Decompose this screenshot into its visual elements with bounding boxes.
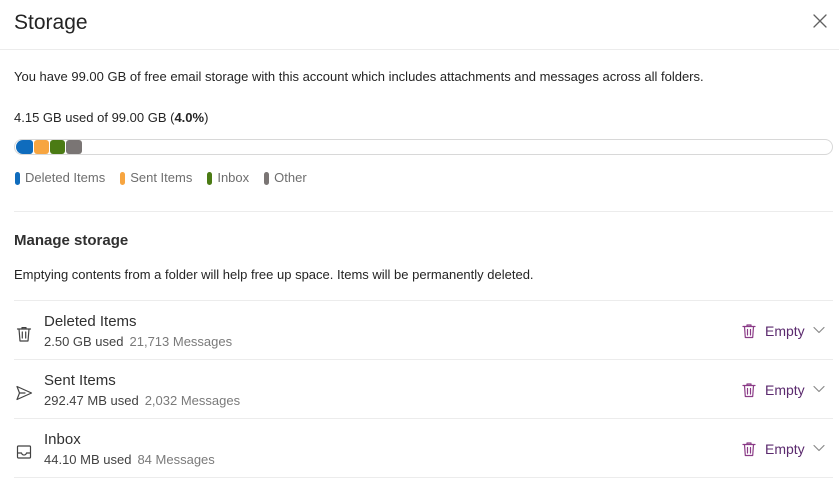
- folder-row-deleted-items: Deleted Items 2.50 GB used 21,713 Message…: [14, 301, 833, 360]
- legend-item-deleted-items: Deleted Items: [14, 170, 105, 186]
- chevron-down-icon[interactable]: [812, 441, 826, 455]
- storage-used-percent: 4.0%: [174, 110, 205, 125]
- dialog-title: Storage: [14, 11, 88, 34]
- close-icon[interactable]: [811, 12, 829, 30]
- usage-segment-sent-items: [34, 140, 49, 154]
- legend-item-inbox: Inbox: [206, 170, 249, 186]
- empty-button-label: Empty: [765, 323, 805, 339]
- manage-storage-description: Emptying contents from a folder will hel…: [14, 267, 534, 282]
- trash-icon: [16, 327, 32, 342]
- storage-description: You have 99.00 GB of free email storage …: [14, 69, 704, 84]
- folder-name: Deleted Items: [44, 313, 137, 330]
- legend-swatch: [15, 171, 20, 185]
- legend-label: Inbox: [217, 170, 250, 185]
- folder-meta: 292.47 MB used 2,032 Messages: [44, 393, 240, 409]
- empty-button-label: Empty: [765, 441, 805, 457]
- folder-name: Sent Items: [44, 372, 116, 389]
- legend-swatch: [264, 171, 270, 185]
- chevron-down-icon[interactable]: [812, 382, 826, 396]
- usage-segment-inbox: [50, 140, 65, 154]
- trash-icon: [742, 324, 756, 339]
- folder-message-count: 2,032 Messages: [144, 393, 241, 408]
- folder-size: 292.47 MB used: [44, 393, 139, 408]
- empty-inbox-button[interactable]: Empty: [741, 439, 805, 459]
- folder-message-count: 21,713 Messages: [129, 334, 233, 349]
- folder-meta: 2.50 GB used 21,713 Messages: [44, 334, 232, 350]
- legend-item-other: Other: [263, 170, 307, 186]
- row-divider: [14, 477, 833, 478]
- usage-segment-other: [66, 140, 82, 154]
- folder-size: 2.50 GB used: [44, 334, 124, 349]
- empty-sent-items-button[interactable]: Empty: [741, 380, 805, 400]
- folder-row-inbox: Inbox 44.10 MB used 84 Messages Empty: [14, 419, 833, 478]
- legend-swatch: [207, 171, 213, 185]
- storage-legend: Deleted Items Sent Items Inbox Other: [14, 170, 321, 186]
- section-divider: [14, 211, 833, 212]
- chevron-down-icon[interactable]: [812, 323, 826, 337]
- folder-row-sent-items: Sent Items 292.47 MB used 2,032 Messages …: [14, 360, 833, 419]
- trash-icon: [742, 442, 756, 457]
- usage-segment-deleted-items: [16, 140, 33, 154]
- folder-meta: 44.10 MB used 84 Messages: [44, 452, 215, 468]
- manage-storage-title: Manage storage: [14, 232, 129, 249]
- folder-name: Inbox: [44, 431, 81, 448]
- folder-size: 44.10 MB used: [44, 452, 132, 467]
- storage-used-text: 4.15 GB used of 99.00 GB (4.0%): [14, 110, 209, 125]
- folder-message-count: 84 Messages: [137, 452, 215, 467]
- legend-label: Other: [274, 170, 307, 185]
- legend-label: Deleted Items: [25, 170, 106, 185]
- legend-item-sent-items: Sent Items: [119, 170, 192, 186]
- dialog-header: Storage: [0, 0, 839, 50]
- send-icon: [16, 385, 33, 401]
- legend-swatch: [120, 171, 126, 185]
- empty-button-label: Empty: [765, 382, 805, 398]
- legend-label: Sent Items: [130, 170, 193, 185]
- inbox-icon: [16, 445, 32, 459]
- storage-usage-bar: [14, 139, 833, 155]
- trash-icon: [742, 383, 756, 398]
- empty-deleted-items-button[interactable]: Empty: [741, 321, 805, 341]
